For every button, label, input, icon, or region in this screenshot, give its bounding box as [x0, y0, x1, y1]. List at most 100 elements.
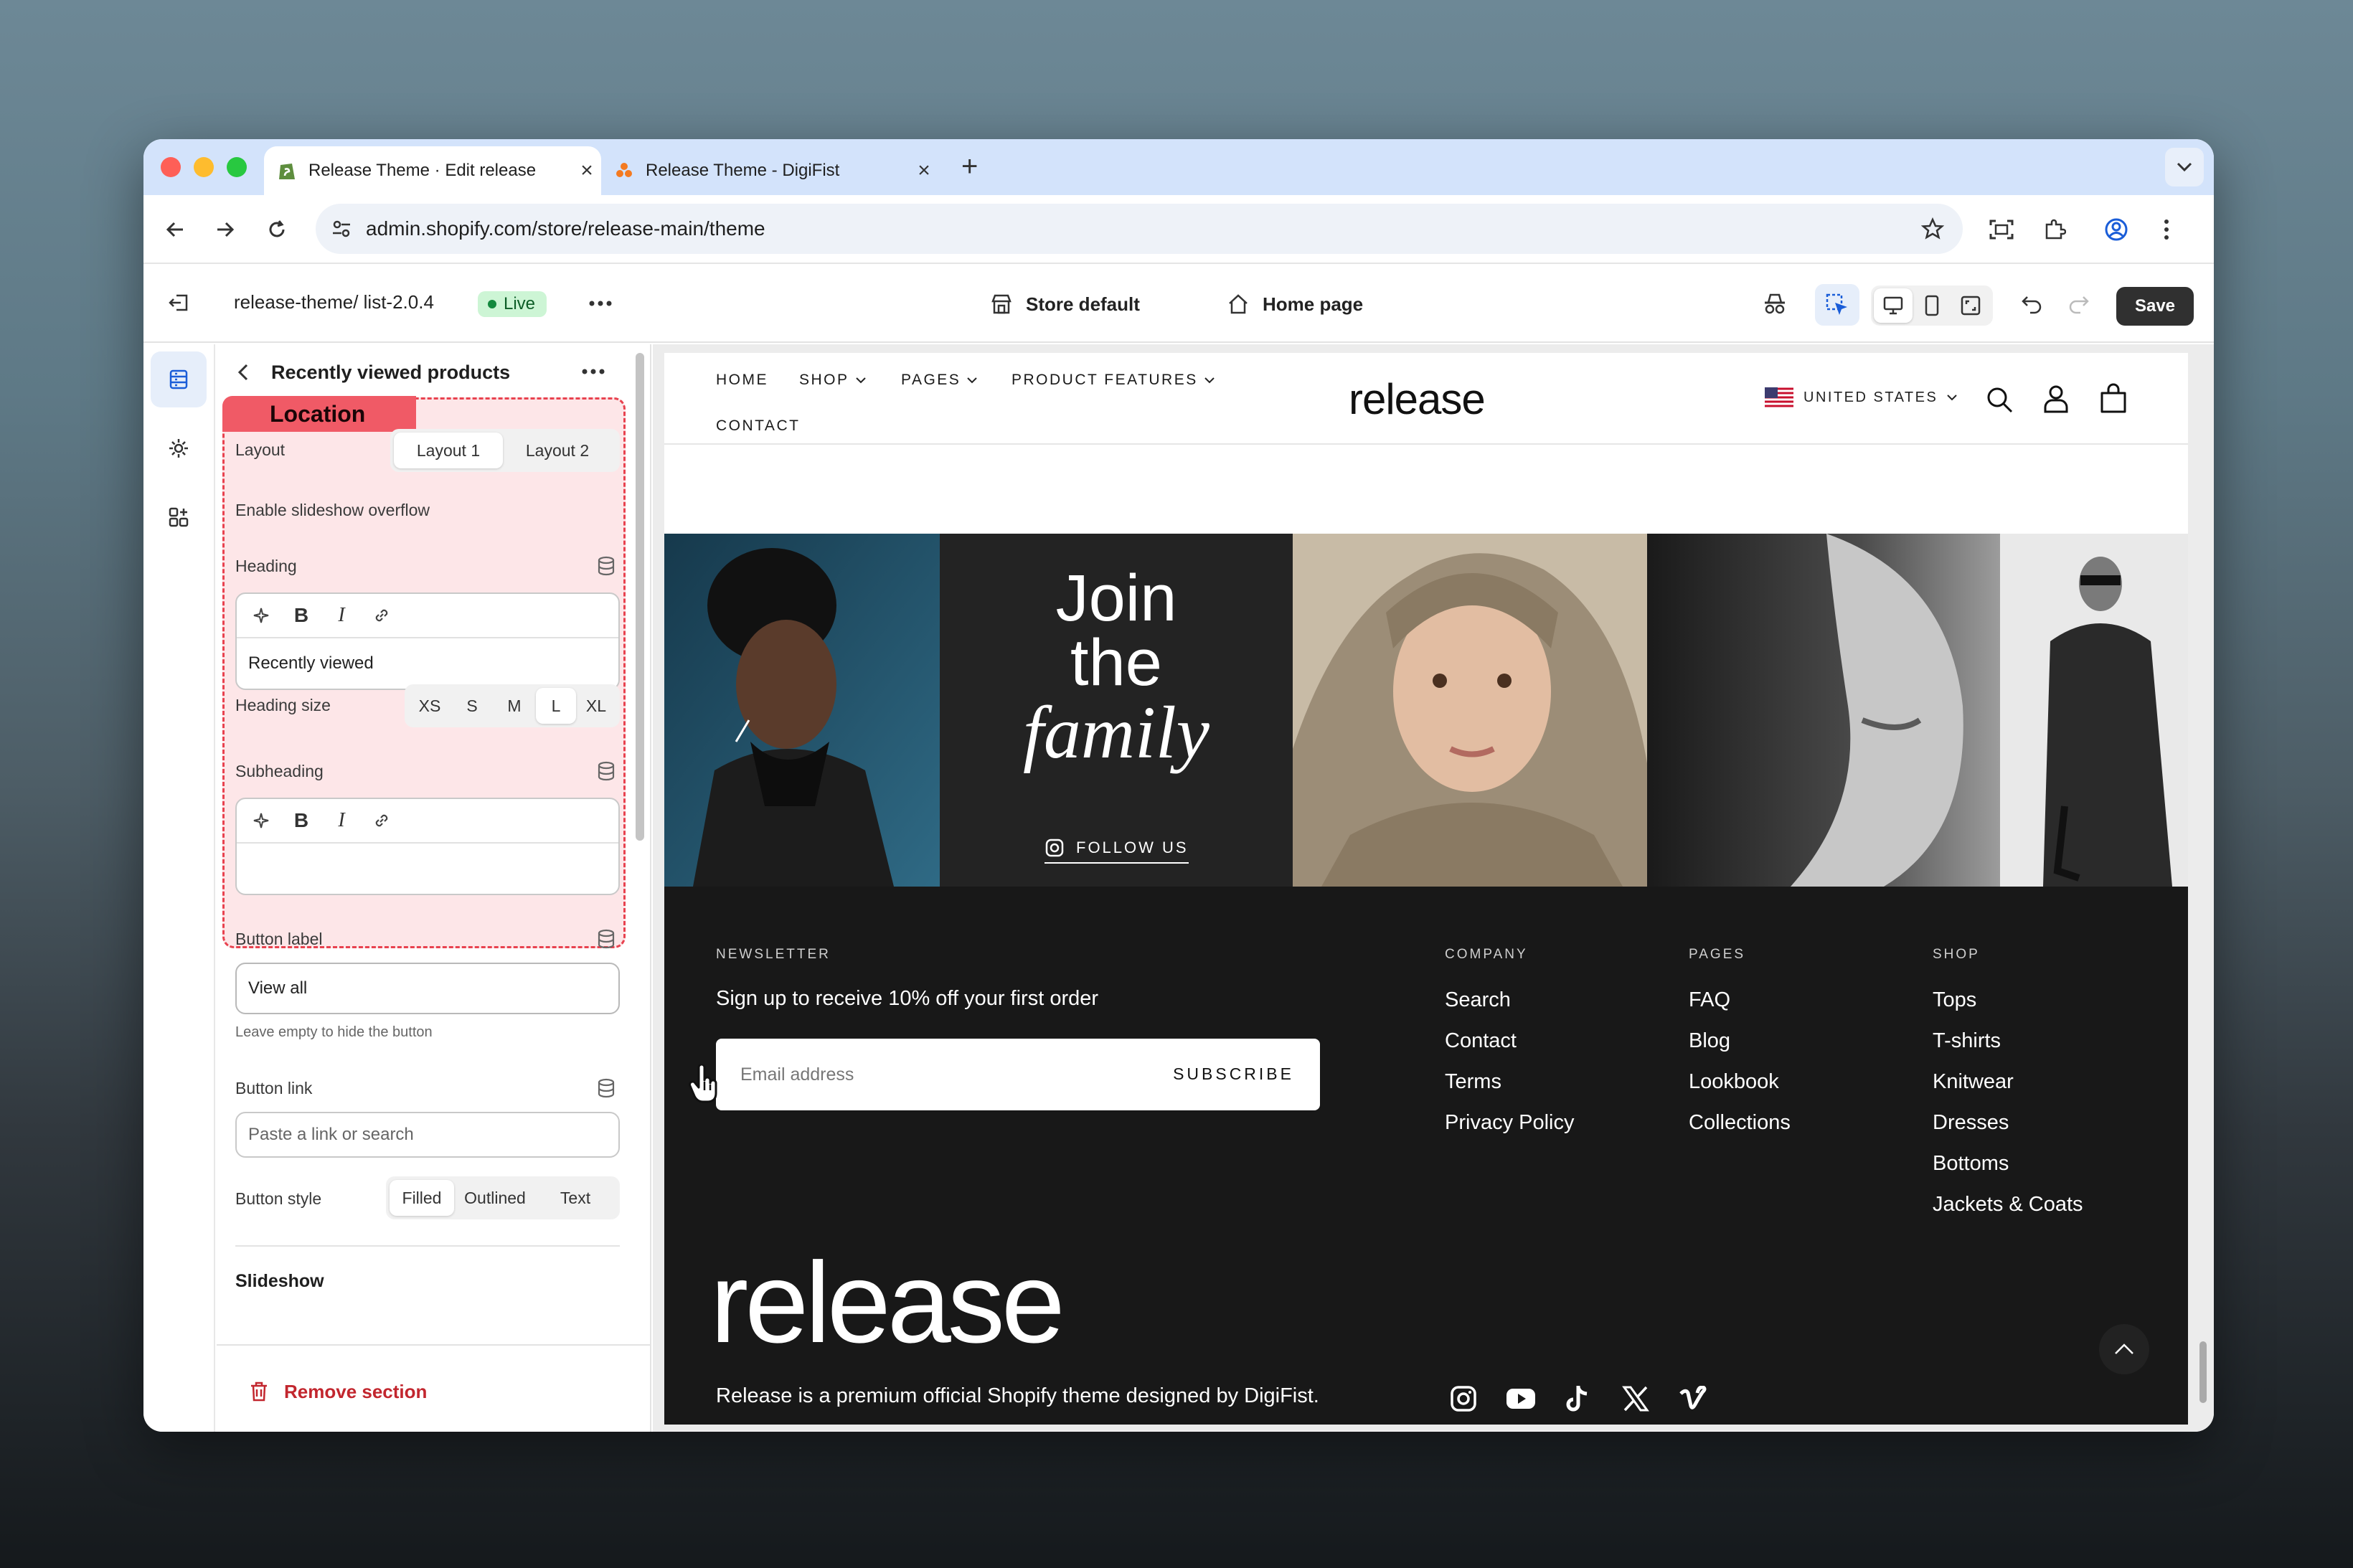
customer-view-button[interactable] [1762, 291, 1788, 321]
size-xl-option[interactable]: XL [576, 688, 616, 724]
footer-link-tops[interactable]: Tops [1933, 988, 1976, 1012]
heading-input[interactable]: Recently viewed [237, 638, 618, 689]
footer-link-collections[interactable]: Collections [1689, 1111, 1791, 1135]
footer-link-terms[interactable]: Terms [1445, 1070, 1501, 1094]
bookmark-star-icon[interactable] [1921, 217, 1944, 240]
back-to-sections-button[interactable] [234, 362, 253, 387]
undo-button[interactable] [2020, 291, 2045, 319]
nav-contact[interactable]: CONTACT [716, 417, 800, 435]
profile-button[interactable] [2099, 212, 2133, 247]
photo-model-bw-coat[interactable] [2000, 534, 2188, 887]
new-tab-button[interactable]: + [961, 151, 978, 183]
footer-link-faq[interactable]: FAQ [1689, 988, 1730, 1012]
layout-2-option[interactable]: Layout 2 [503, 433, 612, 468]
ai-sparkle-icon[interactable] [247, 606, 275, 625]
fullscreen-view-button[interactable] [1951, 288, 1990, 323]
photo-model-knit[interactable] [1293, 534, 1647, 887]
theme-actions-button[interactable] [588, 293, 613, 318]
preview-scrollbar[interactable] [2199, 1341, 2207, 1403]
reload-button[interactable] [260, 212, 294, 247]
subscribe-button[interactable]: SUBSCRIBE [1173, 1064, 1294, 1084]
subheading-input[interactable] [237, 844, 618, 894]
style-outlined-option[interactable]: Outlined [454, 1180, 536, 1216]
instagram-link[interactable] [1448, 1383, 1479, 1414]
link-icon[interactable] [367, 811, 396, 830]
desktop-view-button[interactable] [1874, 288, 1913, 323]
photo-model-blue[interactable] [664, 534, 940, 887]
section-actions-button[interactable] [581, 363, 605, 384]
button-label-input[interactable]: View all [235, 963, 620, 1014]
size-l-option[interactable]: L [536, 688, 576, 724]
nav-home[interactable]: HOME [716, 372, 768, 389]
back-button[interactable] [158, 212, 192, 247]
theme-settings-tab[interactable] [151, 420, 207, 476]
follow-us-link[interactable]: FOLLOW US [1045, 838, 1189, 864]
remove-section-button[interactable]: Remove section [248, 1380, 427, 1403]
maximize-window-button[interactable] [227, 157, 247, 177]
footer-link-knitwear[interactable]: Knitwear [1933, 1070, 2014, 1094]
cart-icon[interactable] [2099, 383, 2128, 415]
dynamic-source-icon[interactable] [595, 760, 617, 782]
country-selector[interactable]: UNITED STATES [1765, 387, 1958, 407]
exit-editor-button[interactable] [166, 290, 192, 319]
footer-link-blog[interactable]: Blog [1689, 1029, 1730, 1053]
layout-1-option[interactable]: Layout 1 [394, 433, 503, 468]
redo-button[interactable] [2066, 291, 2090, 319]
nav-shop[interactable]: SHOP [799, 372, 867, 389]
back-to-top-button[interactable] [2099, 1324, 2149, 1374]
bold-icon[interactable]: B [287, 604, 316, 627]
footer-link-privacy[interactable]: Privacy Policy [1445, 1111, 1575, 1135]
site-info-icon[interactable] [331, 219, 352, 239]
youtube-link[interactable] [1505, 1383, 1537, 1414]
panel-scrollbar[interactable] [636, 353, 644, 841]
template-selector[interactable]: Store default [990, 287, 1140, 321]
italic-icon[interactable]: I [327, 604, 356, 627]
nav-pages[interactable]: PAGES [901, 372, 978, 389]
photo-model-bw-face[interactable] [1647, 534, 2000, 887]
x-link[interactable] [1620, 1383, 1651, 1414]
link-icon[interactable] [367, 606, 396, 625]
tiktok-link[interactable] [1562, 1383, 1594, 1414]
footer-link-tshirts[interactable]: T-shirts [1933, 1029, 2001, 1053]
size-m-option[interactable]: M [493, 688, 536, 724]
footer-link-bottoms[interactable]: Bottoms [1933, 1152, 2009, 1176]
dynamic-source-icon[interactable] [595, 928, 617, 950]
size-s-option[interactable]: S [451, 688, 493, 724]
mobile-view-button[interactable] [1913, 288, 1951, 323]
button-link-input[interactable]: Paste a link or search [235, 1112, 620, 1158]
size-xs-option[interactable]: XS [408, 688, 451, 724]
save-button[interactable]: Save [2116, 287, 2194, 326]
footer-link-dresses[interactable]: Dresses [1933, 1111, 2009, 1135]
account-icon[interactable] [2042, 383, 2070, 415]
page-selector[interactable]: Home page [1227, 287, 1363, 321]
footer-link-contact[interactable]: Contact [1445, 1029, 1517, 1053]
vimeo-link[interactable] [1677, 1383, 1709, 1414]
search-icon[interactable] [1984, 384, 2014, 415]
screenshot-button[interactable] [1984, 212, 2019, 247]
tab-digifist[interactable]: Release Theme - DigiFist × [601, 146, 938, 195]
app-embeds-tab[interactable] [151, 489, 207, 545]
ai-sparkle-icon[interactable] [247, 811, 275, 830]
style-filled-option[interactable]: Filled [390, 1180, 454, 1216]
minimize-window-button[interactable] [194, 157, 214, 177]
extensions-button[interactable] [2037, 212, 2072, 247]
dynamic-source-icon[interactable] [595, 555, 617, 577]
sections-tab[interactable] [151, 351, 207, 407]
footer-link-jackets[interactable]: Jackets & Coats [1933, 1193, 2083, 1217]
url-bar[interactable]: admin.shopify.com/store/release-main/the… [316, 204, 1963, 254]
close-tab-icon[interactable]: × [572, 159, 601, 183]
nav-product-features[interactable]: PRODUCT FEATURES [1012, 372, 1215, 389]
dynamic-source-icon[interactable] [595, 1077, 617, 1099]
tab-search-button[interactable] [2165, 148, 2204, 186]
close-tab-icon[interactable]: × [910, 159, 938, 183]
browser-menu-button[interactable] [2149, 212, 2184, 247]
email-input[interactable]: Email address [740, 1064, 854, 1085]
footer-link-search[interactable]: Search [1445, 988, 1511, 1012]
bold-icon[interactable]: B [287, 809, 316, 832]
tab-edit-release[interactable]: Release Theme · Edit release × [264, 146, 601, 195]
close-window-button[interactable] [161, 157, 181, 177]
inspector-button[interactable] [1815, 284, 1859, 326]
site-logo[interactable]: release [1349, 374, 1486, 424]
style-text-option[interactable]: Text [536, 1180, 615, 1216]
italic-icon[interactable]: I [327, 809, 356, 832]
